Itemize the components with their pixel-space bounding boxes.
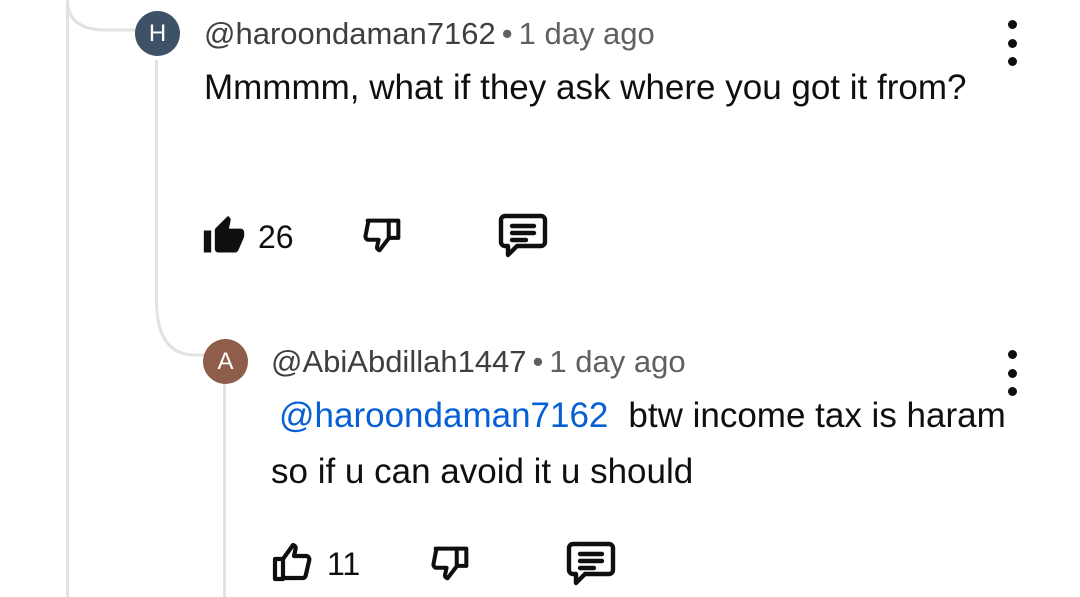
thread-curve-reply <box>155 300 205 357</box>
mention-link[interactable]: @haroondaman7162 <box>279 396 608 435</box>
comment-text: @haroondaman7162 btw income tax is haram … <box>271 388 1011 500</box>
more-vertical-icon <box>1007 20 1017 29</box>
thumbs-down-icon[interactable] <box>358 212 408 258</box>
meta-separator: • <box>501 16 513 51</box>
comment-text: Mmmmm, what if they ask where you got it… <box>204 68 967 107</box>
comment-author[interactable]: @haroondaman7162 <box>204 16 496 51</box>
reply-comment-icon[interactable] <box>565 540 617 588</box>
more-dot <box>1007 38 1017 48</box>
like-count: 11 <box>327 546 361 582</box>
comment-time[interactable]: 1 day ago <box>549 344 685 379</box>
more-dot <box>1007 368 1017 378</box>
thread-line-outer <box>66 0 69 597</box>
avatar[interactable]: A <box>203 339 248 384</box>
comment-meta: @haroondaman7162 • 1 day ago <box>204 18 655 49</box>
meta-separator: • <box>532 344 544 379</box>
like-count: 26 <box>258 219 294 255</box>
more-actions-button[interactable] <box>1000 20 1024 66</box>
thread-line-replies <box>155 60 158 305</box>
reply-comment-icon[interactable] <box>497 212 549 260</box>
thumbs-up-icon[interactable] <box>268 539 318 587</box>
avatar[interactable]: H <box>135 11 180 56</box>
comment-time[interactable]: 1 day ago <box>519 16 655 51</box>
thread-line-inner <box>223 382 226 597</box>
avatar-letter: A <box>217 347 234 375</box>
avatar-letter: H <box>148 19 167 47</box>
comment-meta: @AbiAbdillah1447 • 1 day ago <box>271 346 686 377</box>
more-vertical-icon <box>1007 350 1017 359</box>
thread-curve-top <box>66 0 146 32</box>
thumbs-down-icon[interactable] <box>426 540 476 586</box>
comment-author[interactable]: @AbiAbdillah1447 <box>271 344 527 379</box>
thumbs-up-icon[interactable] <box>202 214 246 258</box>
more-dot <box>1007 57 1017 66</box>
